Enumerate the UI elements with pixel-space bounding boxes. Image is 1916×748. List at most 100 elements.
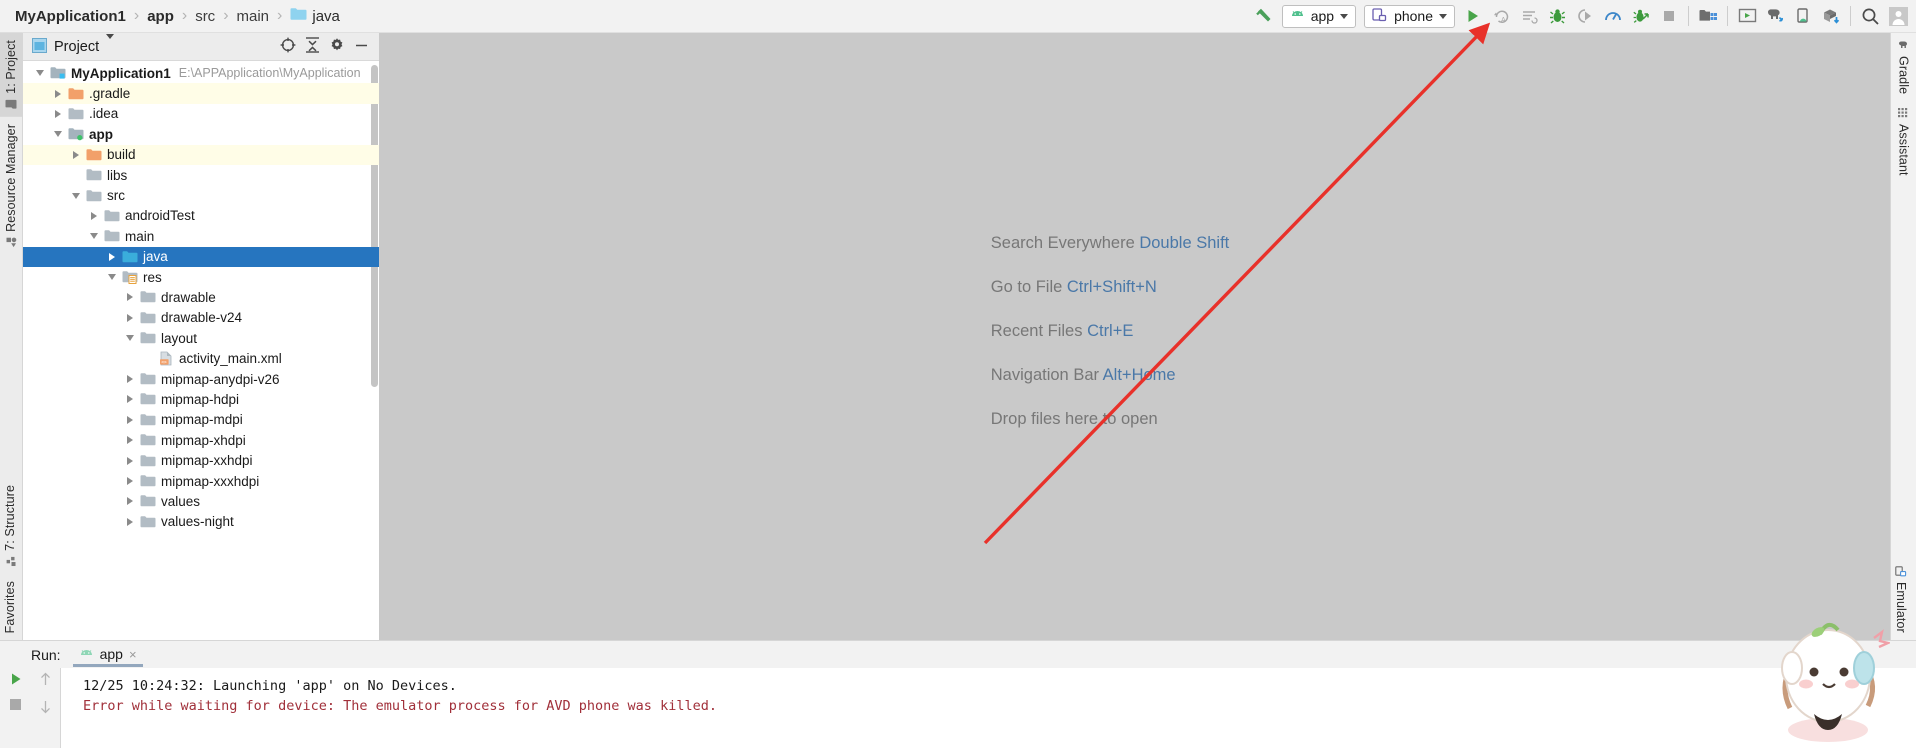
chevron-down-icon[interactable] [52,129,63,140]
avd-manager-icon[interactable] [1733,2,1761,30]
apply-changes-icon[interactable]: A [1487,2,1515,30]
tree-node-myapplication1[interactable]: MyApplication1 E:\APPApplication\MyApplic… [23,63,379,83]
chevron-right-icon[interactable] [124,516,135,527]
avatar-icon[interactable] [1884,2,1912,30]
breadcrumb-item-java[interactable]: java [285,7,345,25]
svg-text:A: A [1501,17,1506,24]
sidebar-item-emulator[interactable]: Emulator [1891,559,1911,640]
profiler-icon[interactable] [1599,2,1627,30]
run-tool-window: Run: app × 12/25 10:24:32: Launching 'ap… [0,640,1916,748]
arrow-up-icon[interactable] [39,672,52,689]
tree-node-main[interactable]: main [23,226,379,246]
editor-hint-shortcut[interactable]: Alt+Home [1103,366,1176,384]
stop-button[interactable] [9,698,22,714]
tree-node-layout[interactable]: layout [23,328,379,348]
tree-node-androidtest[interactable]: androidTest [23,206,379,226]
sidebar-item-assistant-label: Assistant [1896,124,1911,176]
tree-node-activity-main-xml[interactable]: <> activity_main.xml [23,348,379,368]
chevron-right-icon[interactable] [52,88,63,99]
tree-node-gradle[interactable]: .gradle [23,83,379,104]
tree-node-mipmap-anydpi-v26[interactable]: mipmap-anydpi-v26 [23,369,379,389]
minimize-icon[interactable] [354,38,369,56]
chevron-right-icon[interactable] [52,108,63,119]
run-button[interactable] [1459,2,1487,30]
chevron-right-icon[interactable] [124,455,135,466]
sidebar-item-project[interactable]: 1: Project [0,33,22,117]
project-panel-header: Project [23,33,379,61]
folder-gray-icon [104,208,120,224]
close-icon[interactable]: × [129,647,137,662]
tree-node-idea[interactable]: .idea [23,104,379,124]
chevron-right-icon[interactable] [70,149,81,160]
project-tree[interactable]: MyApplication1 E:\APPApplication\MyApplic… [23,61,379,640]
tree-node-mipmap-xhdpi[interactable]: mipmap-xhdpi [23,430,379,450]
editor-hint-shortcut[interactable]: Double Shift [1139,234,1229,252]
chevron-right-icon[interactable] [88,210,99,221]
tree-node-mipmap-hdpi[interactable]: mipmap-hdpi [23,389,379,409]
coverage-icon[interactable] [1627,2,1655,30]
tree-node-mipmap-xxhdpi[interactable]: mipmap-xxhdpi [23,450,379,470]
chevron-down-icon[interactable] [106,272,117,283]
bug-icon[interactable] [1543,2,1571,30]
tree-node-app[interactable]: app [23,124,379,144]
breadcrumb-item-project[interactable]: MyApplication1 [10,8,131,25]
tree-node-java[interactable]: java [23,246,379,267]
chevron-right-icon[interactable] [124,435,135,446]
device-target-selector[interactable]: phone [1364,4,1455,28]
collapse-all-icon[interactable] [305,37,320,56]
chevron-down-icon[interactable] [106,34,115,54]
tree-node-libs[interactable]: libs [23,165,379,185]
sidebar-item-gradle[interactable]: Gradle [1891,33,1916,101]
run-configuration-selector[interactable]: app [1281,4,1357,28]
folder-orange-icon [86,147,102,163]
tree-node-drawable-v24[interactable]: drawable-v24 [23,308,379,328]
chevron-down-icon[interactable] [34,68,45,79]
sidebar-item-resource-manager[interactable]: Resource Manager [0,117,22,255]
chevron-down-icon[interactable] [70,190,81,201]
tree-node-res[interactable]: res [23,267,379,287]
target-crosshair-icon[interactable] [280,37,296,56]
chevron-right-icon[interactable] [124,496,135,507]
toolbar-divider [1727,6,1728,26]
sidebar-item-structure[interactable]: 7: Structure [0,478,20,574]
chevron-right-icon[interactable] [124,394,135,405]
gradle-elephant-icon[interactable] [1761,2,1789,30]
chevron-right-icon[interactable] [124,312,135,323]
breadcrumb-item-app[interactable]: app [142,8,179,25]
run-console-output[interactable]: 12/25 10:24:32: Launching 'app' on No De… [61,668,1916,748]
sdk-box-download-icon[interactable] [1817,2,1845,30]
folder-gray-icon [140,473,156,489]
chevron-down-icon[interactable] [88,231,99,242]
tree-node-mipmap-xxxhdpi[interactable]: mipmap-xxxhdpi [23,471,379,491]
tree-node-drawable[interactable]: drawable [23,287,379,307]
chevron-right-icon[interactable] [124,414,135,425]
search-magnifier-icon[interactable] [1856,2,1884,30]
stop-square-icon[interactable] [1655,2,1683,30]
chevron-right-icon[interactable] [124,476,135,487]
tree-node-build[interactable]: build [23,144,379,165]
chevron-right-icon[interactable] [124,292,135,303]
breadcrumb-item-src[interactable]: src [190,8,220,25]
tree-node-values-night[interactable]: values-night [23,512,379,532]
sidebar-item-favorites[interactable]: Favorites [0,574,20,640]
run-tab-app[interactable]: app × [72,644,143,667]
attach-debugger-icon[interactable] [1571,2,1599,30]
project-structure-icon[interactable] [1694,2,1722,30]
gear-icon[interactable] [329,37,345,56]
chevron-down-icon[interactable] [124,333,135,344]
sidebar-item-assistant[interactable]: Assistant [1891,101,1916,183]
device-manager-icon[interactable] [1789,2,1817,30]
tree-node-mipmap-mdpi[interactable]: mipmap-mdpi [23,410,379,430]
arrow-down-icon[interactable] [39,700,52,717]
rerun-button[interactable] [9,672,23,689]
editor-hint-shortcut[interactable]: Ctrl+E [1087,322,1133,340]
tree-node-src[interactable]: src [23,185,379,205]
breadcrumb-item-java-label: java [312,7,340,25]
hammer-icon[interactable] [1250,2,1278,30]
breadcrumb-item-main[interactable]: main [232,8,275,25]
chevron-right-icon[interactable] [106,251,117,262]
chevron-right-icon[interactable] [124,374,135,385]
editor-hint-shortcut[interactable]: Ctrl+Shift+N [1067,278,1157,296]
apply-code-changes-icon[interactable] [1515,2,1543,30]
tree-node-values[interactable]: values [23,491,379,511]
